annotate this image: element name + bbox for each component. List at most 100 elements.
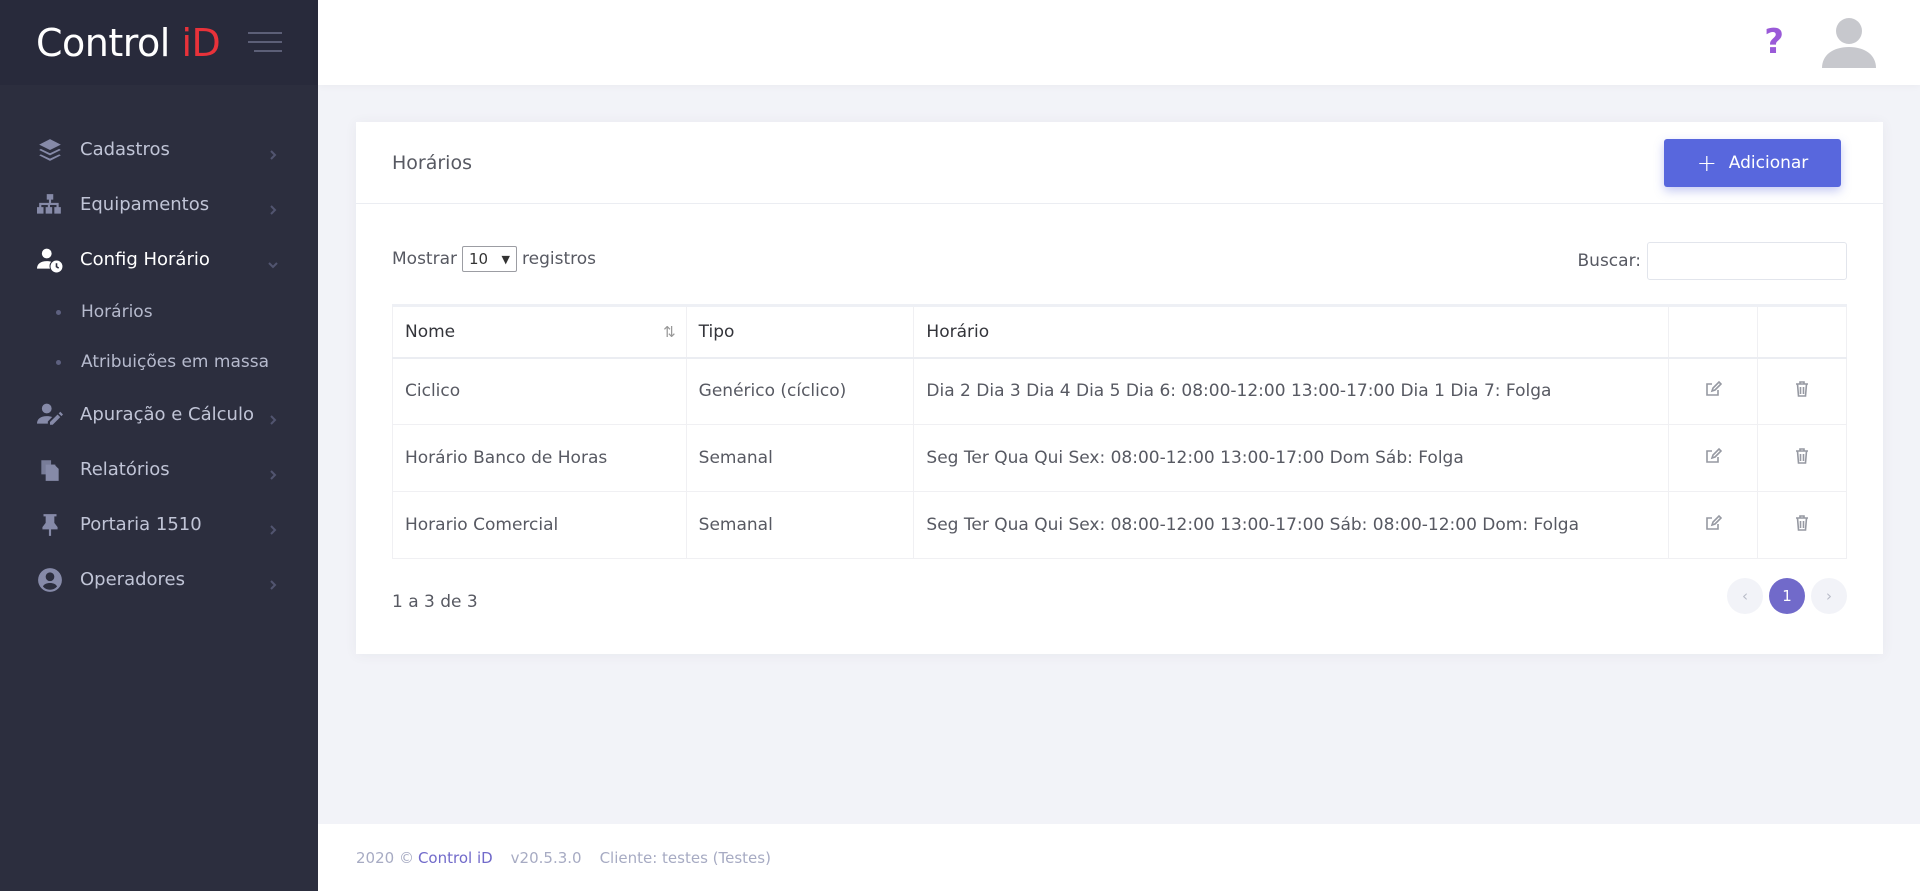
sidebar-item-label: Equipamentos xyxy=(80,194,210,215)
layers-icon xyxy=(36,136,64,164)
sidebar-item-operadores[interactable]: Operadores xyxy=(0,552,318,607)
header-nome[interactable]: Nome ⇅ xyxy=(392,304,687,359)
cell-nome: Ciclico xyxy=(392,357,687,425)
dropdown-arrow-icon: ▼ xyxy=(501,252,510,266)
top-bar: ? xyxy=(318,0,1920,85)
cell-tipo: Genérico (cíclico) xyxy=(685,357,915,425)
plus-icon: + xyxy=(1696,149,1717,177)
horarios-table: Nome ⇅ Tipo Horário Ciclico Genérico (cíc… xyxy=(392,304,1847,559)
cell-tipo: Semanal xyxy=(685,424,915,492)
cell-edit xyxy=(1668,424,1759,492)
search-control: Buscar: xyxy=(1578,242,1847,280)
sidebar-item-apuracao[interactable]: Apuração e Cálculo xyxy=(0,387,318,442)
edit-icon[interactable] xyxy=(1704,447,1723,465)
chevron-right-icon xyxy=(268,465,278,480)
cell-edit xyxy=(1668,357,1759,425)
logo-accent: iD xyxy=(181,20,221,65)
table-row: Ciclico Genérico (cíclico) Dia 2 Dia 3 D… xyxy=(392,357,1847,425)
sidebar-item-cadastros[interactable]: Cadastros xyxy=(0,122,318,177)
search-label: Buscar: xyxy=(1577,251,1641,271)
sidebar-menu: Cadastros Equipamentos Config Horário Ho… xyxy=(0,85,318,607)
card-header: Horários + Adicionar xyxy=(356,122,1883,204)
cell-delete xyxy=(1757,357,1847,425)
footer-version: v20.5.3.0 xyxy=(510,848,582,867)
logo-main: Control xyxy=(36,20,182,65)
control-id-logo[interactable]: Control iD xyxy=(36,20,221,65)
page-title: Horários xyxy=(392,151,472,174)
pagination-info: 1 a 3 de 3 xyxy=(392,592,478,612)
cell-delete xyxy=(1757,491,1847,559)
cell-horario: Dia 2 Dia 3 Dia 4 Dia 5 Dia 6: 08:00-12:… xyxy=(913,357,1670,425)
sidebar-item-config-horario[interactable]: Config Horário xyxy=(0,232,318,287)
trash-icon[interactable] xyxy=(1793,447,1811,465)
header-tipo[interactable]: Tipo xyxy=(685,304,915,359)
page-size-control: Mostrar 10 ▼ registros xyxy=(392,246,596,272)
user-edit-icon xyxy=(36,401,64,429)
sort-icon[interactable]: ⇅ xyxy=(663,323,676,341)
cell-edit xyxy=(1668,491,1759,559)
add-button-label: Adicionar xyxy=(1728,153,1809,173)
chevron-right-icon xyxy=(268,145,278,160)
sidebar-item-label: Portaria 1510 xyxy=(80,514,202,535)
page-size-value: 10 xyxy=(469,250,489,268)
table-row: Horario Comercial Semanal Seg Ter Qua Qu… xyxy=(392,491,1847,559)
page-1-button[interactable]: 1 xyxy=(1769,578,1805,614)
bullet-icon xyxy=(56,359,61,365)
chevron-down-icon xyxy=(268,255,278,268)
show-label: Mostrar xyxy=(392,249,457,269)
page-size-select[interactable]: 10 ▼ xyxy=(462,246,517,272)
horarios-card: Horários + Adicionar Mostrar 10 ▼ regist… xyxy=(356,122,1883,654)
footer: 2020 © Control iD v20.5.3.0 Cliente: tes… xyxy=(318,824,1920,891)
help-icon[interactable]: ? xyxy=(1764,22,1784,62)
chevron-right-icon xyxy=(268,575,278,590)
add-button[interactable]: + Adicionar xyxy=(1664,139,1841,187)
user-avatar-icon[interactable] xyxy=(1820,13,1878,71)
user-circle-icon xyxy=(36,566,64,594)
prev-page-button[interactable]: ‹ xyxy=(1727,578,1763,614)
edit-icon[interactable] xyxy=(1704,514,1723,532)
cell-horario: Seg Ter Qua Qui Sex: 08:00-12:00 13:00-1… xyxy=(913,491,1670,559)
brand-area: Control iD xyxy=(0,0,318,85)
sidebar-item-portaria[interactable]: Portaria 1510 xyxy=(0,497,318,552)
submenu-item-label: Horários xyxy=(81,302,153,322)
sidebar-item-label: Cadastros xyxy=(80,139,170,160)
cell-delete xyxy=(1757,424,1847,492)
trash-icon[interactable] xyxy=(1793,380,1811,398)
sidebar-item-label: Operadores xyxy=(80,569,185,590)
header-edit xyxy=(1668,304,1759,359)
trash-icon[interactable] xyxy=(1793,514,1811,532)
submenu-item-label: Atribuições em massa xyxy=(81,352,269,372)
header-horario[interactable]: Horário xyxy=(913,304,1670,359)
edit-icon[interactable] xyxy=(1704,380,1723,398)
records-label: registros xyxy=(522,249,596,269)
copy-icon xyxy=(36,456,64,484)
sidebar-item-label: Config Horário xyxy=(80,249,210,270)
footer-client: Cliente: testes (Testes) xyxy=(599,848,771,867)
footer-brand-link[interactable]: Control iD xyxy=(418,849,493,867)
sidebar-item-relatorios[interactable]: Relatórios xyxy=(0,442,318,497)
sidebar: Control iD Cadastros Equipamentos Config… xyxy=(0,0,318,891)
cell-nome: Horario Comercial xyxy=(392,491,687,559)
sidebar-item-label: Relatórios xyxy=(80,459,170,480)
bullet-icon xyxy=(56,309,61,315)
pagination: ‹ 1 › xyxy=(1727,578,1847,614)
footer-year: 2020 © xyxy=(356,848,414,867)
header-delete xyxy=(1757,304,1847,359)
search-input[interactable] xyxy=(1647,242,1847,280)
sitemap-icon xyxy=(36,191,64,219)
table-header-row: Nome ⇅ Tipo Horário xyxy=(392,304,1847,359)
cell-tipo: Semanal xyxy=(685,491,915,559)
hamburger-menu-icon[interactable] xyxy=(248,32,282,54)
next-page-button[interactable]: › xyxy=(1811,578,1847,614)
table-row: Horário Banco de Horas Semanal Seg Ter Q… xyxy=(392,424,1847,492)
submenu-item-atribuicoes[interactable]: Atribuições em massa xyxy=(0,337,318,387)
chevron-right-icon xyxy=(268,520,278,535)
submenu-config-horario: Horários Atribuições em massa xyxy=(0,287,318,387)
sidebar-item-label: Apuração e Cálculo xyxy=(80,404,254,425)
pin-icon xyxy=(36,511,64,539)
chevron-right-icon xyxy=(268,410,278,425)
chevron-right-icon xyxy=(268,200,278,215)
sidebar-item-equipamentos[interactable]: Equipamentos xyxy=(0,177,318,232)
user-clock-icon xyxy=(36,246,64,274)
submenu-item-horarios[interactable]: Horários xyxy=(0,287,318,337)
